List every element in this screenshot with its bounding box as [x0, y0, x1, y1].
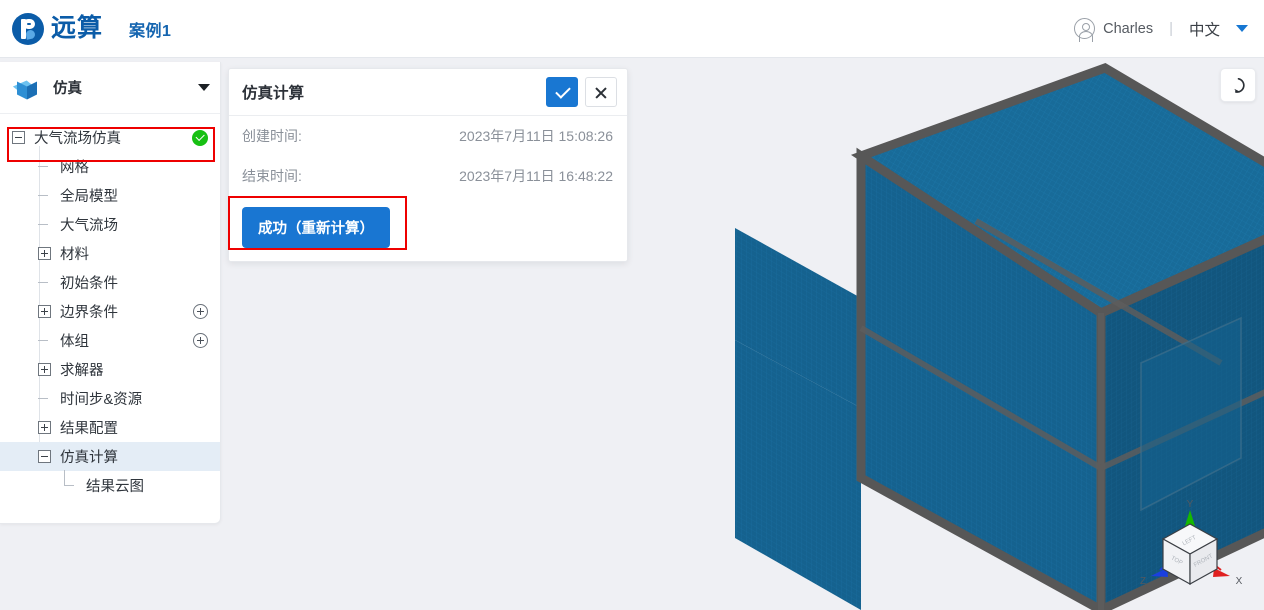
- tree-node-label: 大气流场仿真: [34, 131, 121, 147]
- user-name: Charles: [1103, 20, 1154, 37]
- language-selector[interactable]: 中文: [1189, 18, 1220, 40]
- dialog-title: 仿真计算: [242, 85, 305, 102]
- tree-node[interactable]: 材料: [0, 239, 220, 268]
- tree-node-label: 材料: [60, 247, 89, 263]
- expand-icon[interactable]: [38, 363, 51, 376]
- recompute-button[interactable]: 成功（重新计算）: [242, 207, 390, 248]
- chevron-down-icon[interactable]: [198, 84, 210, 91]
- header-separator: |: [1169, 20, 1173, 37]
- gizmo-axis-z-label: Z: [1140, 576, 1146, 587]
- tree-branch-icon: [38, 334, 51, 347]
- header-right: Charles | 中文: [1074, 18, 1248, 42]
- brand-logo[interactable]: 远算: [12, 12, 104, 45]
- sidebar-header[interactable]: 仿真: [0, 62, 220, 114]
- tree-node-label: 初始条件: [60, 276, 118, 292]
- tree-node[interactable]: 大气流场: [0, 210, 220, 239]
- tree-branch-icon: [38, 276, 51, 289]
- dialog-row-label: 创建时间:: [242, 128, 302, 144]
- tree-node-label: 体组: [60, 334, 89, 350]
- tree-node[interactable]: 仿真计算: [0, 442, 220, 471]
- tree-branch-icon: [64, 470, 77, 492]
- tree-branch-icon: [38, 189, 51, 202]
- tree-node[interactable]: 求解器: [0, 355, 220, 384]
- tree-node[interactable]: 全局模型: [0, 181, 220, 210]
- collapse-icon[interactable]: [38, 450, 51, 463]
- simulation-compute-dialog: 仿真计算 创建时间: 2023年7月11日 15:08:26 结束时间: 2023年7…: [228, 68, 628, 262]
- expand-icon[interactable]: [38, 305, 51, 318]
- tree-node[interactable]: 时间步&资源: [0, 384, 220, 413]
- tree-node-label: 网格: [60, 160, 89, 176]
- tree-node-label: 仿真计算: [60, 450, 118, 466]
- tree-node[interactable]: 边界条件: [0, 297, 220, 326]
- add-circle-icon[interactable]: [193, 304, 208, 319]
- sidebar-title: 仿真: [53, 81, 82, 97]
- expand-icon[interactable]: [38, 421, 51, 434]
- tree-node[interactable]: 大气流场仿真: [0, 123, 220, 152]
- app-header: 远算 案例1 Charles | 中文: [0, 0, 1264, 58]
- add-circle-icon[interactable]: [193, 333, 208, 348]
- dialog-header: 仿真计算: [229, 69, 627, 116]
- tree-node-label: 结果云图: [86, 479, 144, 495]
- user-menu[interactable]: Charles: [1074, 18, 1154, 42]
- tree-node-label: 结果配置: [60, 421, 118, 437]
- tree-node-label: 求解器: [60, 363, 104, 379]
- gizmo-axis-y-label: Y: [1187, 499, 1194, 510]
- refresh-rotate-icon: [1233, 77, 1245, 93]
- tree-branch-icon: [38, 218, 51, 231]
- simulation-tree: 大气流场仿真 网格全局模型大气流场材料初始条件边界条件体组求解器时间步&资源 结果配…: [0, 114, 220, 500]
- tree-node-label: 全局模型: [60, 189, 118, 205]
- tree-node[interactable]: 结果配置: [0, 413, 220, 442]
- dialog-actions: [546, 77, 617, 107]
- gizmo-axis-x-label: X: [1236, 576, 1243, 587]
- dialog-row-value: 2023年7月11日 16:48:22: [459, 168, 613, 184]
- tree-node[interactable]: 初始条件: [0, 268, 220, 297]
- chevron-down-icon[interactable]: [1236, 25, 1248, 32]
- app-root: 远算 案例1 Charles | 中文 Y Z X LEFT TOP FRONT…: [0, 0, 1264, 610]
- dialog-info-rows: 创建时间: 2023年7月11日 15:08:26 结束时间: 2023年7月11日 …: [229, 116, 627, 196]
- dialog-info-row: 创建时间: 2023年7月11日 15:08:26: [229, 116, 627, 156]
- reset-view-button[interactable]: [1220, 68, 1256, 102]
- tree-branch-icon: [38, 392, 51, 405]
- tree-node[interactable]: 网格: [0, 152, 220, 181]
- tree-node-label: 大气流场: [60, 218, 118, 234]
- success-check-icon: [192, 129, 208, 146]
- logo-text: 远算: [51, 14, 104, 42]
- collapse-icon[interactable]: [12, 131, 25, 144]
- yuansuan-logo-icon: [12, 12, 44, 45]
- sidebar-panel: 仿真 大气流场仿真 网格全局模型大气流场材料初始条件边界条件体组求解器时间步&资源…: [0, 62, 221, 524]
- tree-branch-icon: [38, 160, 51, 173]
- confirm-button[interactable]: [546, 77, 578, 107]
- dialog-footer: 成功（重新计算）: [229, 196, 627, 261]
- dialog-info-row: 结束时间: 2023年7月11日 16:48:22: [229, 156, 627, 196]
- blue-cube-icon: [12, 75, 40, 101]
- expand-icon[interactable]: [38, 247, 51, 260]
- tree-node-label: 时间步&资源: [60, 392, 143, 408]
- dialog-row-label: 结束时间:: [242, 168, 302, 184]
- tree-node[interactable]: 体组: [0, 326, 220, 355]
- tree-node[interactable]: 结果云图: [0, 470, 220, 500]
- tree-node-label: 边界条件: [60, 305, 118, 321]
- case-title: 案例1: [129, 22, 172, 40]
- close-button[interactable]: [585, 77, 617, 107]
- axis-gizmo[interactable]: Y Z X LEFT TOP FRONT: [1130, 498, 1250, 604]
- user-avatar-icon: [1074, 18, 1096, 42]
- dialog-row-value: 2023年7月11日 15:08:26: [459, 128, 613, 144]
